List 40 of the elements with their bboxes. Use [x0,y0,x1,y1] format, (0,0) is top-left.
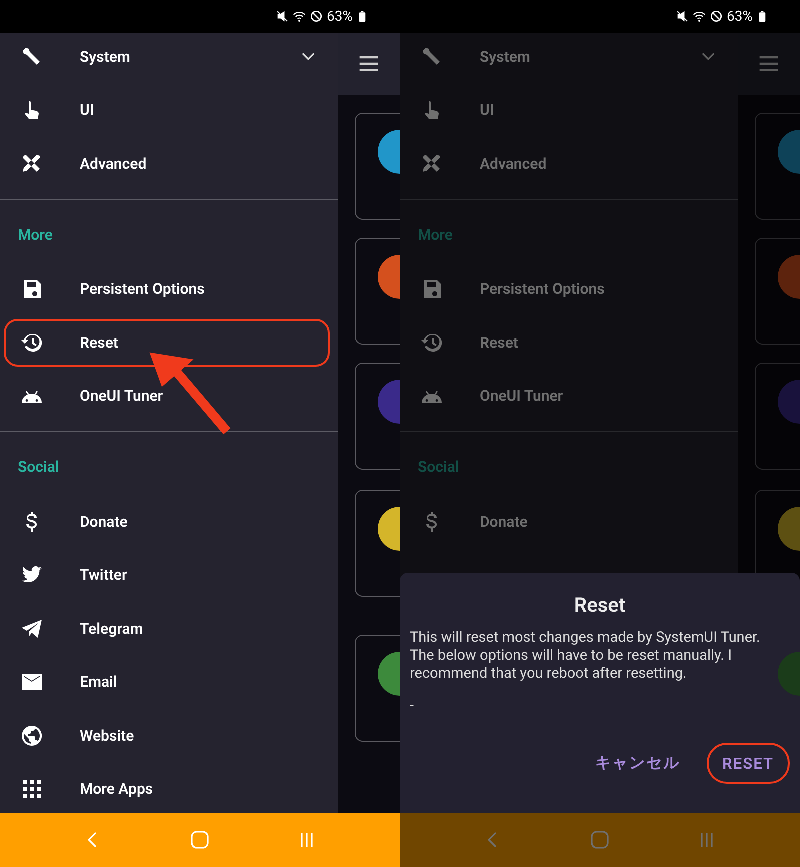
globe-icon [20,724,44,748]
menu-item[interactable]: Email [0,656,338,709]
menu-item[interactable]: Persistent Options [400,262,738,316]
menu-item[interactable]: Telegram [0,602,338,656]
menu-item[interactable]: More Apps [0,762,338,813]
battery-icon [759,11,766,22]
menu-item[interactable]: UI [400,84,738,137]
dialog-title: Reset [573,593,627,617]
section-header: Social [417,457,460,478]
menu-item[interactable]: Persistent Options [0,262,338,316]
menu-item[interactable]: Donate [0,495,338,548]
section-header: Social [17,457,60,478]
battery-percent: 63% [327,8,353,24]
do-not-disturb-icon [310,10,323,23]
menu-item[interactable]: Advanced [400,137,738,190]
battery-icon [359,11,366,22]
menu-item[interactable]: Twitter [0,548,338,602]
home-icon[interactable] [590,830,610,850]
dialog-button[interactable]: RESET [706,743,790,784]
wifi-icon [693,10,706,23]
menu-item[interactable]: System [400,33,738,84]
wifi-icon [293,10,306,23]
do-not-disturb-icon [710,10,723,23]
menu-item[interactable]: Advanced [0,137,338,190]
menu-item[interactable]: OneUI Tuner [400,370,738,423]
menu-item[interactable]: System [0,33,338,84]
battery-percent: 63% [727,8,753,24]
mute-icon [676,10,689,23]
menu-item[interactable]: Reset [400,316,738,370]
menu-item[interactable]: Website [0,709,338,762]
menu-item[interactable]: UI [0,84,338,137]
menu-item[interactable]: Donate [400,495,738,548]
dialog-message: This will reset most changes made by SystemUI Tuner. The below options will have to be reset manually. I recommend that you reboot after resetting. [410,629,762,683]
dialog-detail: - [410,697,416,715]
section-header: More [17,224,54,246]
home-icon[interactable] [190,830,210,850]
dialog-button[interactable]: キャンセル [580,743,697,784]
menu-item[interactable]: OneUI Tuner [0,370,338,423]
mute-icon [276,10,289,23]
section-header: More [417,224,454,246]
